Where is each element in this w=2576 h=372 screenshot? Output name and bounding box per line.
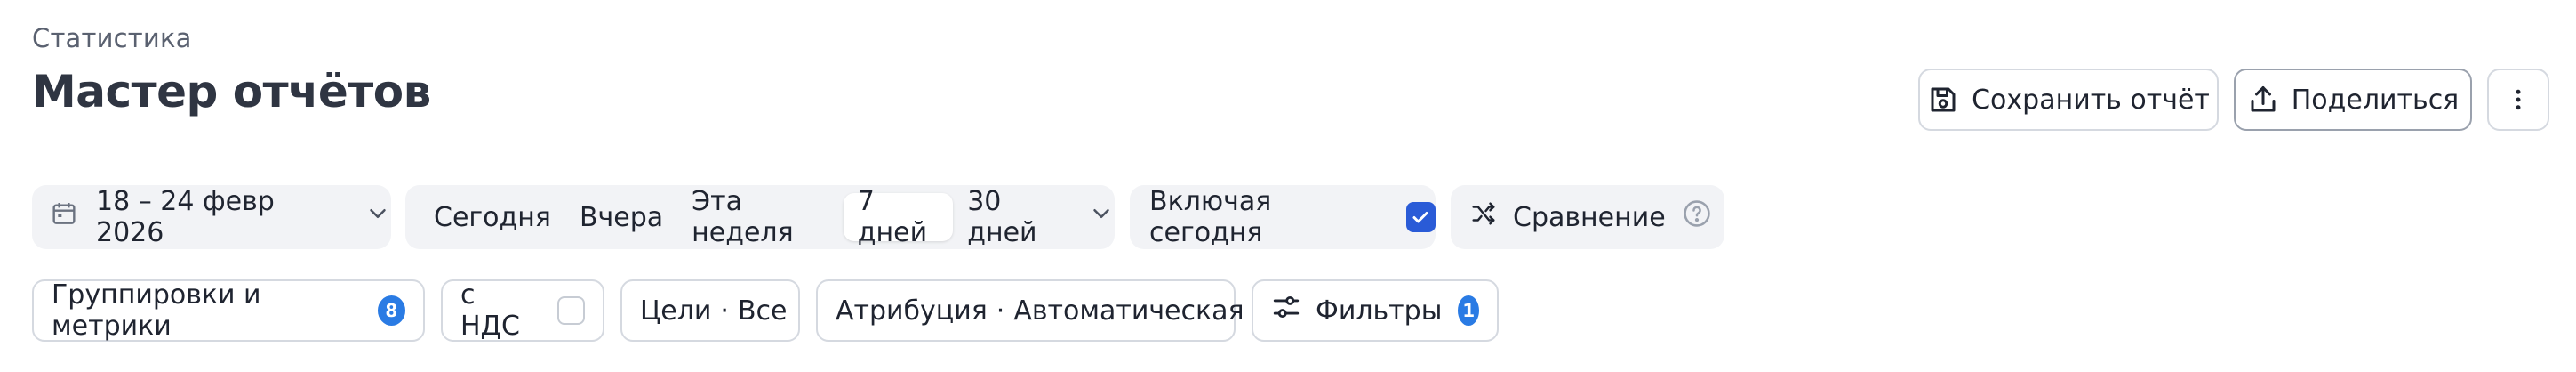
- preset-yesterday[interactable]: Вчера: [565, 193, 677, 241]
- include-today-label: Включая сегодня: [1149, 186, 1272, 248]
- groupings-metrics-button[interactable]: Группировки и метрики 8: [32, 279, 425, 342]
- filters-label: Фильтры: [1316, 295, 1443, 327]
- include-today-checkbox[interactable]: [1405, 202, 1436, 232]
- preset-today[interactable]: Сегодня: [428, 193, 565, 241]
- share-label: Поделиться: [2291, 84, 2460, 116]
- groupings-label: Группировки и метрики: [52, 279, 261, 342]
- period-presets: Сегодня Вчера Эта неделя 7 дней 30 дней: [405, 185, 1115, 249]
- shuffle-icon: [1470, 200, 1497, 234]
- help-icon[interactable]: [1682, 198, 1712, 236]
- more-menu-button[interactable]: [2487, 69, 2549, 131]
- save-report-label: Сохранить отчёт: [1972, 84, 2210, 116]
- separator-dot-icon: ·: [996, 295, 1005, 327]
- save-report-button[interactable]: Сохранить отчёт: [1918, 69, 2219, 131]
- preset-30-days[interactable]: 30 дней: [953, 186, 1077, 248]
- preset-this-week[interactable]: Эта неделя: [677, 186, 844, 248]
- vat-checkbox[interactable]: [556, 296, 585, 325]
- sliders-icon: [1271, 292, 1301, 329]
- filters-button[interactable]: Фильтры 1: [1252, 279, 1499, 342]
- date-range-picker[interactable]: 18 – 24 февр 2026: [32, 185, 391, 249]
- breadcrumb[interactable]: Статистика: [32, 23, 192, 53]
- page-title: Мастер отчётов: [32, 66, 431, 117]
- share-icon: [2247, 84, 2279, 116]
- goals-value: Все: [737, 295, 788, 327]
- more-vertical-icon: [2505, 86, 2532, 113]
- separator-dot-icon: ·: [720, 295, 729, 327]
- preset-7-days[interactable]: 7 дней: [843, 186, 954, 248]
- date-range-value: 18 – 24 февр 2026: [96, 186, 275, 248]
- chevron-down-icon[interactable]: [1088, 200, 1115, 234]
- groupings-count-badge: 8: [377, 295, 405, 326]
- include-today-toggle[interactable]: Включая сегодня: [1130, 185, 1436, 249]
- comparison-label: Сравнение: [1513, 201, 1666, 233]
- attribution-button[interactable]: Атрибуция · Автоматическая: [816, 279, 1244, 342]
- share-button[interactable]: Поделиться: [2234, 69, 2472, 131]
- attribution-value: Автоматическая: [1013, 295, 1244, 327]
- comparison-toggle[interactable]: Сравнение: [1451, 185, 1724, 249]
- save-icon: [1927, 84, 1959, 116]
- vat-label: с НДС: [460, 279, 520, 342]
- attribution-label: Атрибуция: [836, 295, 988, 327]
- filters-count-badge: 1: [1458, 295, 1479, 326]
- chevron-down-icon: [364, 200, 391, 234]
- calendar-icon: [50, 199, 78, 235]
- goals-filter-button[interactable]: Цели · Все: [620, 279, 800, 342]
- vat-toggle[interactable]: с НДС: [441, 279, 604, 342]
- goals-label: Цели: [640, 295, 712, 327]
